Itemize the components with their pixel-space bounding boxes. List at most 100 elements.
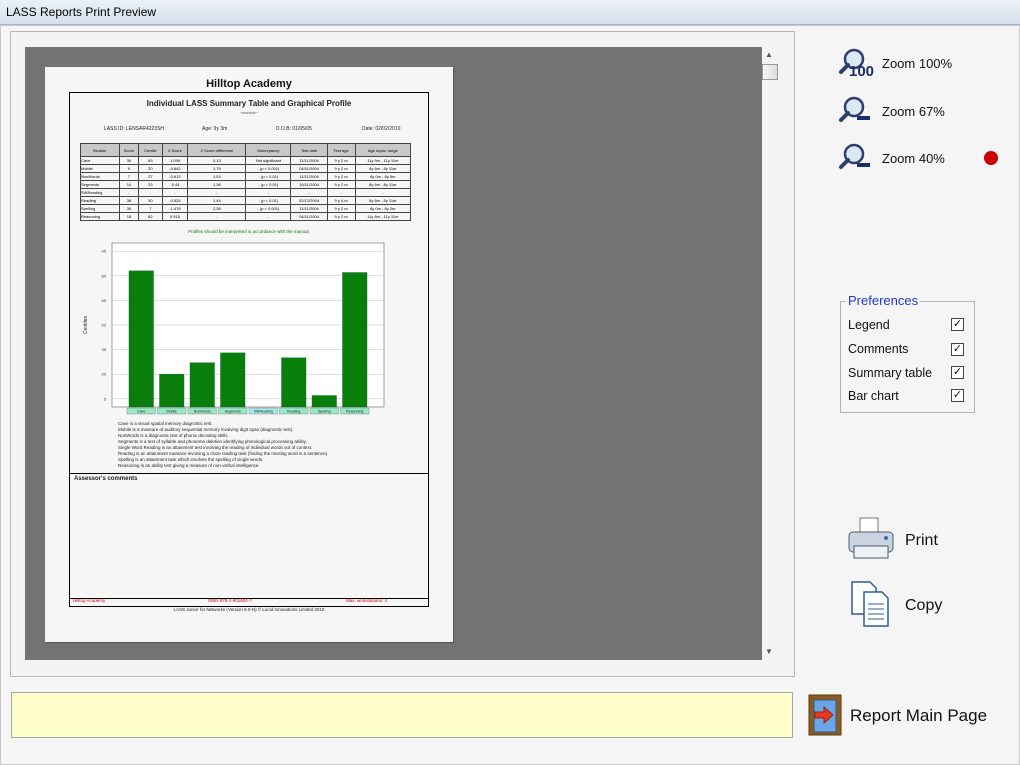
summary-table-cell: Cave	[80, 156, 120, 165]
status-message-box	[11, 692, 793, 738]
summary-table-row: Segments 14 33 -0.44 1.36- (p < 0.01) 19/11/2…	[80, 180, 412, 189]
scroll-thumb[interactable]	[762, 64, 778, 80]
summary-table-cell: 8y 6m - 8y 11m	[354, 180, 412, 189]
summary-table-cell: 9 y 2 m	[326, 172, 356, 181]
magnifier-icon	[839, 143, 870, 169]
summary-table-cell: - (p < 0.01)	[245, 196, 292, 205]
preview-scrollbar[interactable]: ▲ ▼	[762, 47, 778, 660]
checkmark-icon: ✓	[952, 318, 963, 330]
summary-table-header: Z Score difference	[187, 143, 247, 157]
chart-bar	[189, 362, 215, 408]
summary-table-cell: -	[138, 188, 163, 197]
pref-summary-table-label: Summary table	[848, 366, 933, 380]
summary-table-cell: -	[187, 188, 247, 197]
summary-table-header: Discrepancy	[245, 143, 292, 157]
chart-category-label: Mobile	[166, 410, 177, 414]
report-main-page-label: Report Main Page	[850, 706, 988, 725]
report-school-title: Hilltop Academy	[206, 78, 292, 90]
summary-table-row: Mobile 9 20 -0.842 1.79- (p < 0.001) 04/11/20…	[80, 164, 412, 173]
summary-table-cell: - (p < 0.01)	[245, 172, 292, 181]
zoom-100-button[interactable]: 100 Zoom 100%	[836, 45, 976, 81]
report-age: Age: 9y 3m	[202, 126, 228, 132]
summary-table-cell: 9 y 2 m	[326, 164, 356, 173]
summary-table-cell: -	[326, 188, 356, 197]
footer-left: Hilltop Academy	[73, 598, 106, 603]
chart-bar	[159, 373, 185, 408]
pref-comments-label: Comments	[848, 342, 909, 356]
footer-right: Max. workstations: 4	[346, 598, 388, 603]
summary-table-cell: -0.525	[161, 196, 189, 205]
summary-table-cell: -	[245, 212, 292, 221]
summary-table-cell: -	[161, 188, 189, 197]
scroll-down-arrow-icon[interactable]: ▼	[765, 647, 773, 656]
summary-table-header: Z Score	[161, 143, 189, 157]
summary-table-cell: 0.915	[161, 212, 189, 221]
checkmark-icon: ✓	[952, 389, 963, 401]
summary-table-cell: - (p < 0.01)	[245, 180, 292, 189]
copy-icon	[851, 581, 889, 627]
chart-y-tick-label: 65	[102, 298, 107, 303]
summary-table-cell: -0.44	[161, 180, 189, 189]
zoom-100-label: Zoom 100%	[882, 56, 953, 71]
report-title: Individual LASS Summary Table and Graphi…	[146, 99, 352, 108]
pref-comments-checkbox[interactable]: ✓	[951, 343, 964, 356]
summary-table-cell: 19/11/2004	[290, 180, 328, 189]
summary-table-cell: 7	[118, 172, 140, 181]
legend-line: Segments is a test of syllable and phone…	[118, 439, 307, 444]
summary-table-cell: 1.79	[187, 164, 247, 173]
summary-table-cell: 8y 0m - 8y 5m	[354, 172, 412, 181]
summary-table-cell: 7	[138, 204, 163, 213]
summary-table-cell: 1.53	[187, 172, 247, 181]
pref-bar-chart-label: Bar chart	[848, 389, 899, 403]
summary-table-cell: 9 y 4 m	[326, 196, 356, 205]
summary-table-header: Test age	[326, 143, 356, 157]
printer-icon	[848, 517, 894, 559]
summary-table-cell: Reading	[80, 196, 120, 205]
summary-table-cell: Spelling	[80, 204, 120, 213]
summary-table-cell: 8y 6m - 8y 11m	[354, 164, 412, 173]
report-page: Hilltop Academy Individual LASS Summary …	[45, 67, 453, 642]
print-button[interactable]: Print	[846, 516, 956, 566]
zoom-67-button[interactable]: Zoom 67%	[836, 93, 976, 129]
report-main-page-button[interactable]: Report Main Page	[806, 694, 1006, 738]
comments-title: Assessor's comments	[74, 476, 138, 482]
legend-line: Reading is an attainment measure involvi…	[118, 451, 329, 456]
report-dob: D.O.B: 01/05/05	[276, 126, 312, 132]
summary-table-cell: -	[187, 212, 247, 221]
pref-legend-label: Legend	[848, 318, 890, 332]
summary-table-cell: 9 y 2 m	[326, 180, 356, 189]
summary-table-cell: 14	[118, 180, 140, 189]
summary-table-cell: 30	[118, 156, 140, 165]
summary-table-cell: Reasoning	[80, 212, 120, 221]
chart-category-label: Segments	[225, 410, 241, 414]
summary-table-cell: -1.476	[161, 204, 189, 213]
summary-table-cell: 30	[118, 204, 140, 213]
chart-bar	[281, 357, 307, 408]
copy-button[interactable]: Copy	[846, 580, 956, 630]
zoom-40-button[interactable]: Zoom 40%	[836, 140, 976, 176]
preferences-title: Preferences	[846, 293, 921, 308]
summary-table-cell: 9 y 2 m	[326, 212, 356, 221]
summary-table-cell: 20	[138, 164, 163, 173]
pref-bar-chart-checkbox[interactable]: ✓	[951, 389, 964, 402]
summary-table-cell: 38	[118, 196, 140, 205]
summary-table-cell: SWReading	[80, 188, 120, 197]
zoom-40-label: Zoom 40%	[882, 151, 945, 166]
title-bar: LASS Reports Print Preview	[0, 0, 1020, 25]
summary-table: Module Score Centile Z Score Z Score differe…	[80, 143, 412, 221]
summary-table-cell: 11y 9m - 11y 11m	[354, 156, 412, 165]
summary-table-cell: -	[290, 188, 328, 197]
summary-table-cell: 9 y 2 m	[326, 156, 356, 165]
active-zoom-indicator-icon	[984, 151, 998, 165]
chart-bar	[311, 395, 337, 408]
pref-summary-table-checkbox[interactable]: ✓	[951, 366, 964, 379]
pref-legend-checkbox[interactable]: ✓	[951, 318, 964, 331]
summary-table-row: Cave 30 83 1.099 0.13 Not significant 11/11/20…	[80, 156, 412, 165]
summary-table-cell: 11y 6m - 11y 11m	[354, 212, 412, 221]
scroll-up-arrow-icon[interactable]: ▲	[765, 50, 773, 59]
summary-table-cell: 02/12/2004	[290, 196, 328, 205]
summary-table-cell: - (p < 0.001)	[245, 204, 292, 213]
chart-category-label: Reasoning	[346, 410, 363, 414]
comments-box: Assessor's comments	[70, 473, 428, 600]
summary-table-cell: -	[118, 188, 140, 197]
